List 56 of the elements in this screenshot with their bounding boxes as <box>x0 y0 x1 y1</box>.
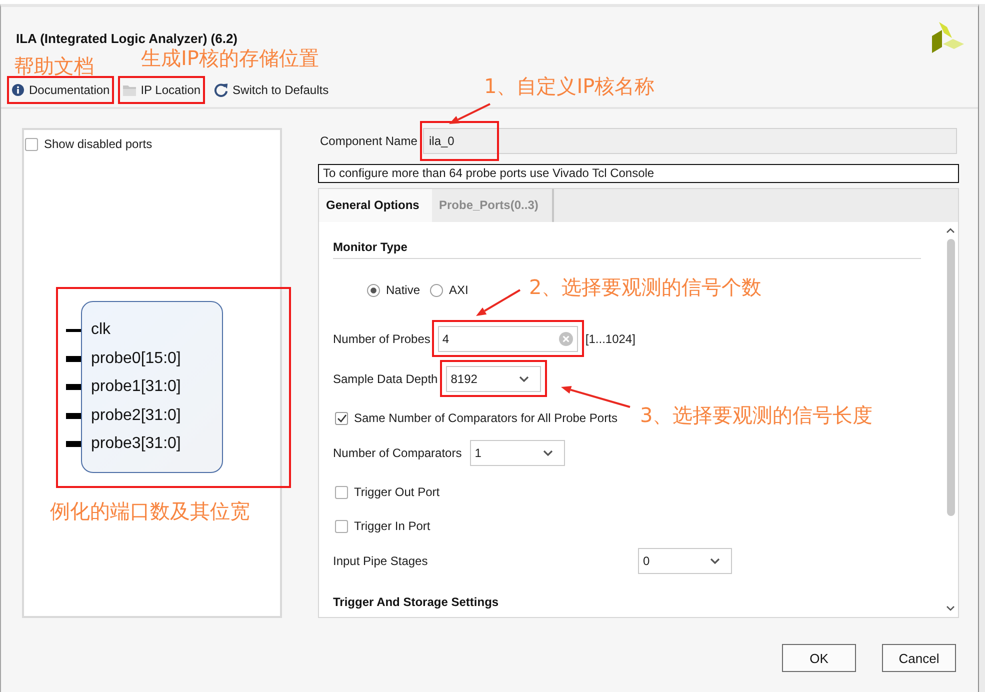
annotation-text: 帮助文档 <box>14 54 94 78</box>
tab[interactable]: General Options <box>319 189 432 222</box>
folder-icon <box>122 84 136 96</box>
radio-label[interactable]: AXI <box>449 283 468 297</box>
port-label: probe2[31:0] <box>91 406 182 426</box>
dropdown[interactable]: 0 <box>638 548 732 574</box>
component-name-field[interactable]: ila_0 <box>423 128 957 154</box>
checkbox-label[interactable]: Show disabled ports <box>44 137 152 151</box>
info-note: To configure more than 64 probe ports use Vivado Tcl Console <box>318 164 959 183</box>
dialog-title: ILA (Integrated Logic Analyzer) (6.2) <box>16 31 238 47</box>
annotation-text: 1、自定义IP核名称 <box>484 74 655 98</box>
field-label: Number of Probes <box>333 332 430 346</box>
annotation-text: 3、选择要观测的信号长度 <box>640 403 873 427</box>
port-label: clk <box>91 320 112 340</box>
range-hint: [1...1024] <box>585 332 636 346</box>
scroll-down-icon <box>946 606 955 611</box>
checkbox-label[interactable]: Same Number of Comparators for All Probe Ports <box>354 411 618 425</box>
radio-button[interactable] <box>430 284 444 296</box>
toolbar-button[interactable]: IP Location <box>122 80 202 100</box>
dialog-button[interactable]: Cancel <box>882 644 956 672</box>
checkbox-label[interactable]: Trigger In Port <box>354 519 430 533</box>
field-label: Input Pipe Stages <box>333 554 429 568</box>
radio-label[interactable]: Native <box>386 283 420 297</box>
chevron-down-icon <box>518 376 529 382</box>
refresh-icon <box>214 83 228 97</box>
info-icon <box>12 84 24 96</box>
annotation-text: 例化的端口数及其位宽 <box>50 499 250 523</box>
port-label: probe1[31:0] <box>91 377 182 397</box>
checkmark-icon <box>336 414 346 422</box>
section-heading: Monitor Type <box>333 240 921 259</box>
checkbox-label[interactable]: Trigger Out Port <box>354 485 440 499</box>
scroll-up-icon <box>946 228 955 233</box>
tri-blade-logo <box>932 22 964 54</box>
section-heading: Trigger And Storage Settings <box>333 595 500 611</box>
field-label: Number of Comparators <box>333 446 462 460</box>
checkbox[interactable] <box>335 486 348 498</box>
port-label: probe0[15:0] <box>91 348 182 368</box>
radio-button[interactable] <box>367 284 380 296</box>
scrollbar-thumb[interactable] <box>946 239 954 516</box>
number-field[interactable]: 4 <box>438 326 578 352</box>
chevron-down-icon <box>542 450 553 456</box>
chevron-down-icon <box>710 558 720 564</box>
checkbox[interactable] <box>335 412 348 424</box>
checkbox[interactable] <box>335 520 348 532</box>
toolbar-button[interactable]: Switch to Defaults <box>212 80 330 100</box>
field-label: Component Name <box>319 134 418 148</box>
dropdown[interactable]: 1 <box>470 440 565 466</box>
clear-icon <box>559 332 574 346</box>
field-label: Sample Data Depth <box>333 372 438 386</box>
annotation-text: 2、选择要观测的信号个数 <box>529 275 762 299</box>
dropdown[interactable]: 8192 <box>446 366 541 392</box>
port-label: probe3[31:0] <box>91 434 182 454</box>
checkbox[interactable] <box>25 138 38 150</box>
toolbar-button[interactable]: Documentation <box>11 80 111 100</box>
annotation-text: 生成IP核的存储位置 <box>141 46 319 70</box>
dialog-button[interactable]: OK <box>782 644 856 672</box>
